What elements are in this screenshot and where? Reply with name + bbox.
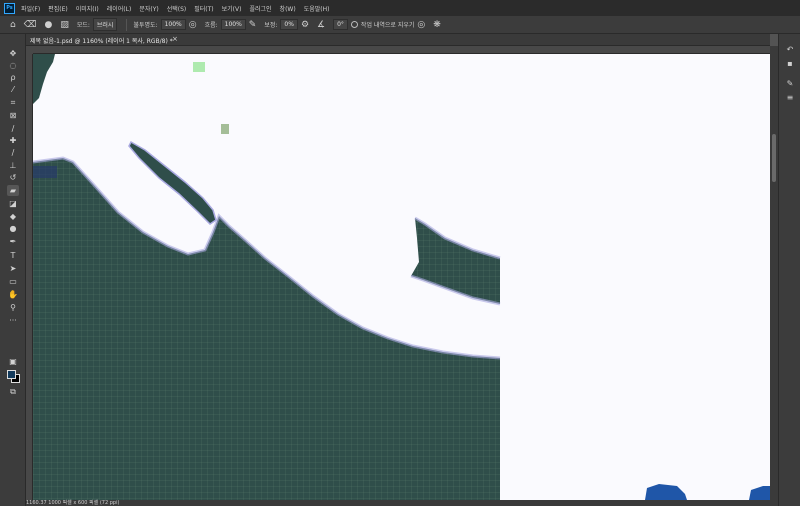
photoshop-logo[interactable]: Ps [4, 2, 15, 14]
thin-stroke [128, 140, 217, 225]
rectangle-icon[interactable]: ▭ [7, 276, 19, 287]
tools-panel: ✥ ◌ ρ ⁄ ⌗ ⊠ ∕ ✚ ∕ ⊥ ↺ ▰ ◪ ◆ ● ✒ T ➤ ▭ ✋ … [0, 34, 26, 506]
frame-icon[interactable]: ⊠ [7, 110, 19, 121]
separator [126, 18, 128, 31]
brush-settings-icon[interactable]: ▨ [60, 20, 69, 30]
eraser-icon[interactable]: ▰ [7, 185, 19, 196]
menu-file[interactable]: 파일(F) [21, 4, 40, 13]
stamp-icon[interactable]: ⊥ [7, 160, 19, 171]
menu-type[interactable]: 문자(Y) [139, 4, 158, 13]
menu-bar: Ps 파일(F) 편집(E) 이미지(I) 레이어(L) 문자(Y) 선택(S)… [0, 0, 800, 16]
home-icon[interactable]: ⌂ [10, 20, 16, 30]
mode-label: 모드: [76, 22, 90, 29]
document-canvas[interactable] [33, 54, 770, 500]
opacity-input[interactable]: 100% [160, 19, 186, 30]
document-title: 제목 없음-1.psd @ 1160% (레이어 1 복사, RGB/8) * [30, 38, 173, 45]
erase-history-label: 작업 내역으로 지우기 [360, 22, 415, 29]
scrollbar-thumb[interactable] [772, 134, 776, 182]
airbrush-icon[interactable]: ✎ [249, 20, 257, 30]
status-text: 1160.37 1000 픽셀 x 600 픽셀 (72 ppi) [26, 500, 120, 506]
right-panel-dock: ↶ ▪ ✎ ≡ [778, 34, 800, 506]
screen-mode-icon[interactable]: ⧉ [7, 386, 19, 397]
menu-plugins[interactable]: 플러그인 [249, 4, 271, 13]
type-icon[interactable]: T [7, 250, 19, 261]
eraser-tool-icon[interactable]: ⌫ [24, 20, 37, 30]
horizontal-ruler[interactable] [33, 46, 770, 54]
gradient-icon[interactable]: ◪ [7, 198, 19, 209]
pen-icon[interactable]: ✒ [7, 236, 19, 247]
history-panel-icon[interactable]: ↶ [784, 44, 796, 55]
options-bar: ⌂ ⌫ ● ▨ 모드: 브러시 불투명도: 100% ◎ 흐름: 100% ✎ … [0, 16, 800, 34]
menu-help[interactable]: 도움말(H) [304, 4, 330, 13]
opacity-label: 불투명도: [133, 22, 158, 29]
vertical-scrollbar[interactable] [770, 46, 778, 500]
flow-input[interactable]: 100% [220, 19, 246, 30]
angle-input[interactable]: 0° [333, 19, 348, 30]
menu-window[interactable]: 창(W) [280, 4, 296, 13]
healing-icon[interactable]: ✚ [7, 135, 19, 146]
stray-pixel [221, 124, 229, 134]
history-brush-icon[interactable]: ↺ [7, 172, 19, 183]
gear-icon[interactable]: ⚙ [301, 20, 309, 30]
smoothing-label: 보정: [264, 22, 278, 29]
erase-history-checkbox[interactable] [350, 21, 358, 28]
flow-label: 흐름: [204, 22, 218, 29]
brush-settings-panel-icon[interactable]: ✎ [784, 78, 796, 89]
more-tools-icon[interactable]: ··· [7, 315, 19, 326]
vertical-ruler[interactable] [26, 54, 33, 500]
pressure-opacity-icon[interactable]: ◎ [189, 20, 197, 30]
move-icon[interactable]: ✥ [7, 48, 19, 59]
corner-stroke [33, 54, 55, 104]
eyedropper-icon[interactable]: ∕ [7, 123, 19, 134]
comments-panel-icon[interactable]: ▪ [784, 58, 796, 69]
canvas-artwork [33, 54, 770, 500]
blur-icon[interactable]: ◆ [7, 211, 19, 222]
brush-icon[interactable]: ∕ [7, 147, 19, 158]
symmetry-icon[interactable]: ❋ [433, 20, 441, 30]
mode-select[interactable]: 브러시 [92, 18, 118, 31]
menu-image[interactable]: 이미지(I) [76, 4, 99, 13]
menu-select[interactable]: 선택(S) [167, 4, 187, 13]
lasso-icon[interactable]: ρ [7, 72, 19, 83]
stray-pixel-green [193, 62, 205, 72]
quick-mask-icon[interactable]: ▣ [7, 356, 19, 367]
menu-filter[interactable]: 필터(T) [194, 4, 213, 13]
path-select-icon[interactable]: ➤ [7, 263, 19, 274]
blue-blob-2 [749, 486, 770, 500]
angle-icon: ∡ [317, 19, 326, 30]
zoom-icon[interactable]: ⚲ [7, 302, 19, 313]
hand-icon[interactable]: ✋ [7, 289, 19, 300]
close-icon[interactable]: × [172, 35, 178, 43]
crop-icon[interactable]: ⌗ [7, 97, 19, 108]
brush-preset-icon[interactable]: ● [44, 20, 52, 30]
blue-blob [645, 484, 687, 500]
pressure-size-icon[interactable]: ◎ [417, 20, 425, 30]
marquee-icon[interactable]: ◌ [7, 60, 19, 71]
menu-edit[interactable]: 편집(E) [48, 4, 68, 13]
menu-layer[interactable]: 레이어(L) [107, 4, 132, 13]
dodge-icon[interactable]: ● [7, 223, 19, 234]
foreground-color-swatch[interactable] [7, 370, 16, 379]
adjustments-panel-icon[interactable]: ≡ [784, 92, 796, 103]
smoothing-input[interactable]: 0% [280, 19, 298, 30]
menu-view[interactable]: 보기(V) [222, 4, 242, 13]
status-bar: 1160.37 1000 픽셀 x 600 픽셀 (72 ppi) [26, 500, 778, 506]
ruler-corner [26, 46, 33, 54]
magic-wand-icon[interactable]: ⁄ [7, 84, 19, 95]
document-tab[interactable]: 제목 없음-1.psd @ 1160% (레이어 1 복사, RGB/8) * … [26, 34, 770, 46]
